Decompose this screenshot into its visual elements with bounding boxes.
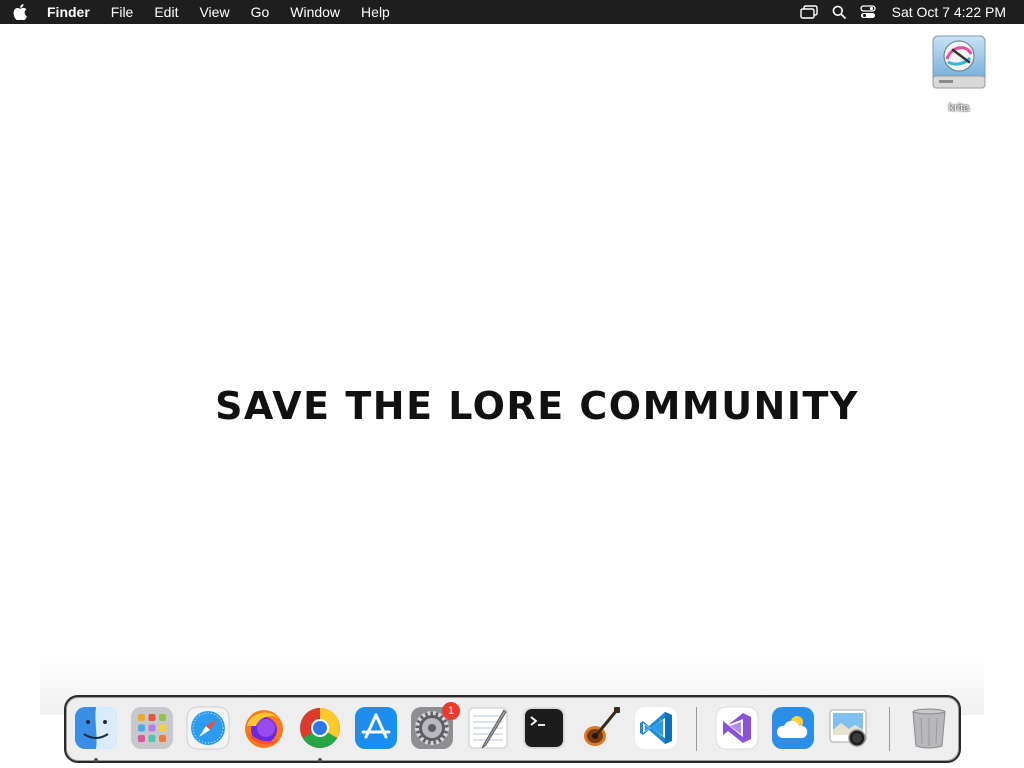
- vscode-icon: [635, 707, 677, 749]
- menu-file[interactable]: File: [111, 4, 134, 20]
- dock-terminal[interactable]: [522, 706, 566, 750]
- dock-app-store[interactable]: [354, 706, 398, 750]
- menu-edit[interactable]: Edit: [154, 4, 178, 20]
- krita-disk-image[interactable]: krita: [924, 32, 994, 114]
- spotlight-search-icon[interactable]: [832, 5, 846, 19]
- dock-finder[interactable]: [74, 706, 118, 750]
- dock: 1: [64, 695, 961, 763]
- menu-view[interactable]: View: [199, 4, 229, 20]
- wallpaper-headline: SAVE THE LORE COMMUNITY: [215, 384, 859, 428]
- guitar-icon: [584, 707, 620, 746]
- terminal-icon: [523, 707, 565, 749]
- dock-garageband[interactable]: [578, 706, 622, 750]
- dock-textedit[interactable]: [466, 706, 510, 750]
- dock-separator: [889, 707, 890, 751]
- chrome-icon: [300, 708, 340, 748]
- finder-icon: [75, 707, 117, 749]
- menu-window[interactable]: Window: [290, 4, 340, 20]
- firefox-icon: [245, 710, 283, 748]
- control-center-icon[interactable]: [859, 5, 876, 19]
- dock-system-settings[interactable]: 1: [410, 702, 460, 750]
- dock-preview[interactable]: [827, 706, 871, 750]
- dock-chrome[interactable]: [298, 706, 342, 750]
- dock-weather[interactable]: [771, 706, 815, 750]
- trash-icon: [912, 708, 946, 749]
- preview-icon: [829, 709, 867, 747]
- menu-help[interactable]: Help: [361, 4, 390, 20]
- launchpad-icon: [131, 707, 173, 749]
- disk-image-icon: [932, 35, 986, 89]
- menu-bar-clock[interactable]: Sat Oct 7 4:22 PM: [892, 4, 1006, 20]
- screen-mirroring-icon[interactable]: [799, 5, 818, 19]
- app-store-icon: [355, 707, 397, 749]
- menu-bar: Finder File Edit View Go Window Help Sat…: [0, 0, 1024, 24]
- dock-separator: [696, 707, 697, 751]
- safari-icon: [186, 706, 230, 750]
- dock-visual-studio[interactable]: [715, 706, 759, 750]
- weather-icon: [772, 707, 814, 749]
- textedit-icon: [468, 707, 508, 749]
- dock-firefox[interactable]: [242, 706, 286, 750]
- menu-go[interactable]: Go: [251, 4, 270, 20]
- dock-vscode[interactable]: [634, 706, 678, 750]
- desktop-icon-label: krita: [948, 102, 970, 114]
- dock-trash[interactable]: [907, 706, 951, 750]
- visual-studio-icon: [715, 706, 759, 750]
- notification-badge: 1: [442, 702, 460, 720]
- running-indicator: [94, 758, 98, 762]
- apple-menu-icon[interactable]: [13, 4, 39, 20]
- menu-finder[interactable]: Finder: [47, 4, 90, 20]
- dock-safari[interactable]: [186, 706, 230, 750]
- running-indicator: [318, 758, 322, 762]
- dock-launchpad[interactable]: [130, 706, 174, 750]
